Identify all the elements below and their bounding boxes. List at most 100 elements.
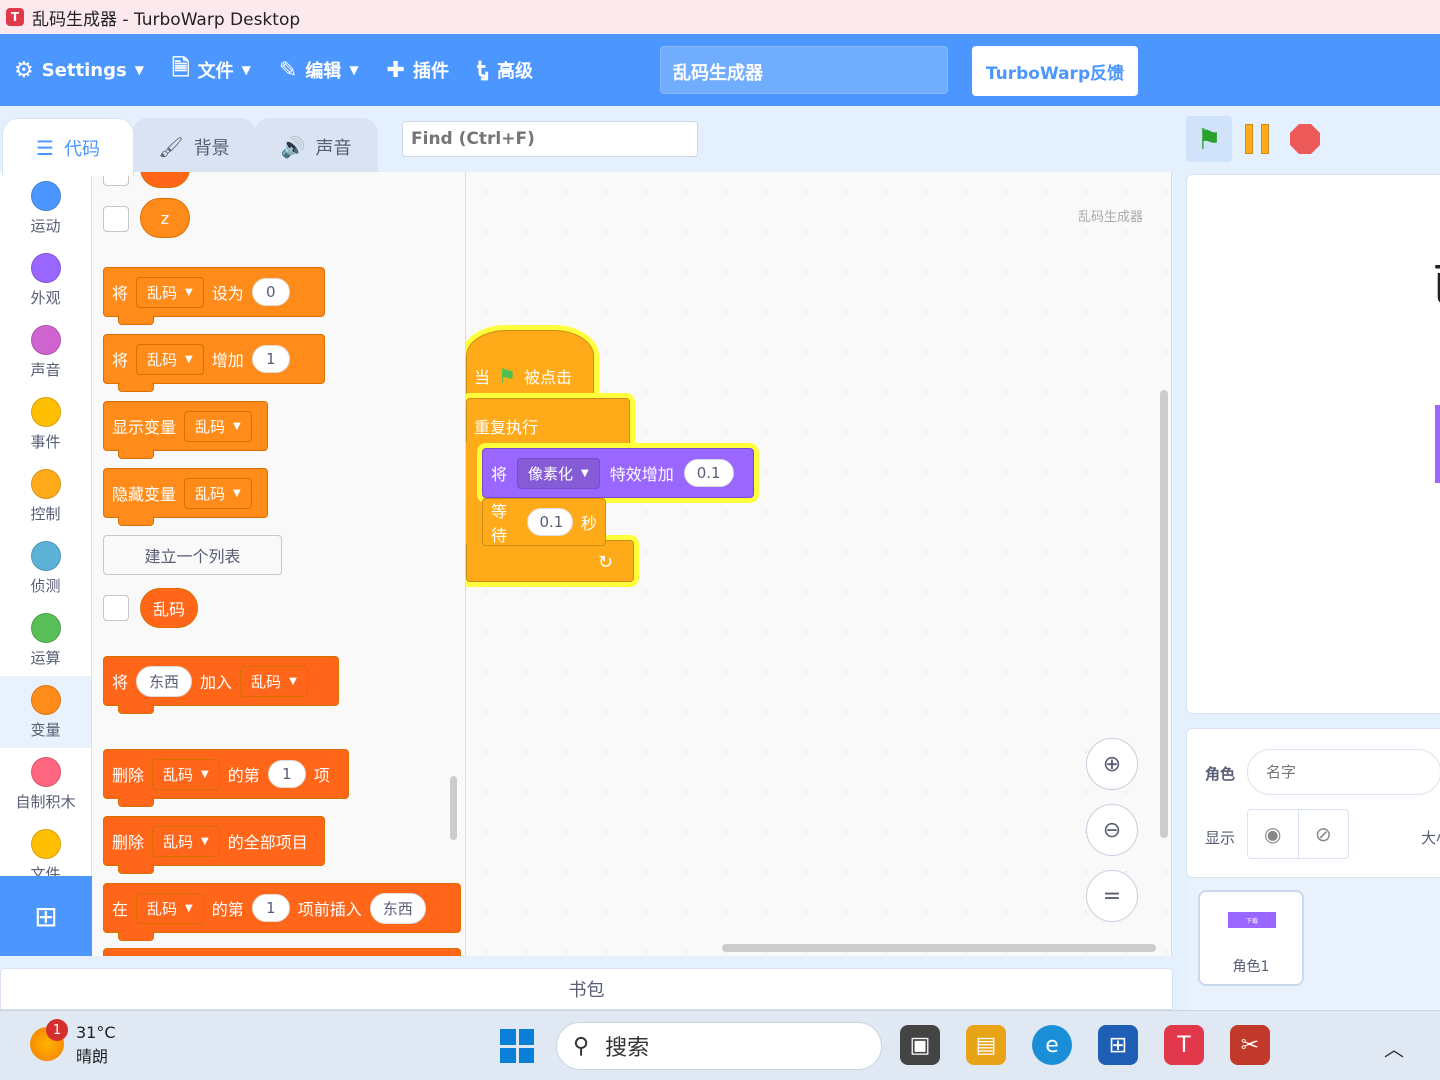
code-blocks-icon: ☰ xyxy=(36,135,54,160)
sprite-tile[interactable]: 下载 角色1 xyxy=(1198,890,1304,986)
eye-icon[interactable]: ◉ xyxy=(1248,810,1299,858)
category-events[interactable]: 事件 xyxy=(0,388,91,460)
list-dropdown[interactable]: 乱码 ▼ xyxy=(152,825,220,857)
value-input[interactable]: 1 xyxy=(251,345,290,373)
dropdown-value: 乱码 xyxy=(147,899,178,918)
value-input[interactable]: 0.1 xyxy=(683,459,734,487)
microsoft-store-icon[interactable]: ⊞ xyxy=(1098,1025,1138,1065)
stage-text: 已 xyxy=(1431,249,1440,315)
set-variable-block[interactable]: 将 乱码 ▼ 设为 0 xyxy=(103,267,325,325)
eye-slash-icon[interactable]: ⊘ xyxy=(1299,810,1349,858)
addons-menu[interactable]: ✚ 插件 xyxy=(373,34,463,106)
value-input[interactable]: 0.1 xyxy=(526,508,573,536)
category-motion[interactable]: 运动 xyxy=(0,172,91,244)
variable-dropdown[interactable]: 乱码 ▼ xyxy=(184,477,252,509)
category-label: 运算 xyxy=(30,648,61,667)
tab-code[interactable]: ☰ 代码 xyxy=(2,118,134,176)
value-input[interactable]: 东西 xyxy=(369,892,426,924)
category-sound[interactable]: 声音 xyxy=(0,316,91,388)
delete-item-block[interactable]: 删除 乱码 ▼ 的第 1 项 xyxy=(103,749,349,807)
value-input[interactable]: 东西 xyxy=(136,665,193,697)
insert-at-block[interactable]: 在 乱码 ▼ 的第 1 项前插入 东西 xyxy=(103,883,461,941)
task-view-icon[interactable]: ▣ xyxy=(900,1025,940,1065)
category-label: 控制 xyxy=(30,504,61,523)
edit-label: 编辑 xyxy=(305,61,342,82)
addons-label: 插件 xyxy=(412,61,449,82)
category-label: 自制积木 xyxy=(15,792,76,811)
list-dropdown[interactable]: 乱码 ▼ xyxy=(240,665,308,697)
stage-canvas[interactable]: 已 xyxy=(1186,174,1440,714)
tab-sounds[interactable]: 🔊 声音 xyxy=(254,118,378,174)
green-flag-button[interactable]: ⚑ xyxy=(1186,116,1232,162)
tab-code-label: 代码 xyxy=(63,138,100,160)
stop-button[interactable] xyxy=(1290,124,1320,154)
value-input[interactable]: 1 xyxy=(251,894,290,922)
windows-start-icon[interactable] xyxy=(500,1029,534,1063)
variable-checkbox[interactable] xyxy=(103,206,129,232)
wait-block[interactable]: 等待 0.1 秒 xyxy=(482,498,606,546)
feedback-button[interactable]: TurboWarp反馈 xyxy=(972,46,1138,96)
chevron-down-icon: ▼ xyxy=(201,835,209,847)
list-dropdown[interactable]: 乱码 ▼ xyxy=(152,758,220,790)
add-extension-button[interactable]: ⊞ xyxy=(0,876,92,956)
make-list-button[interactable]: 建立一个列表 xyxy=(103,535,282,575)
variable-dropdown[interactable]: 乱码 ▼ xyxy=(184,410,252,442)
pause-button[interactable] xyxy=(1240,124,1274,154)
sprite-name-input[interactable] xyxy=(1247,749,1440,795)
forever-label: 重复执行 xyxy=(474,418,539,437)
tab-backdrops[interactable]: 🖌 背景 xyxy=(132,118,256,174)
dropdown-value: 乱码 xyxy=(147,283,178,302)
search-placeholder: 搜索 xyxy=(605,1036,650,1061)
block-text: 将 xyxy=(112,351,129,370)
workspace-horizontal-scrollbar[interactable] xyxy=(722,944,1156,952)
hide-variable-block[interactable]: 隐藏变量 乱码 ▼ xyxy=(103,468,268,526)
delete-all-block[interactable]: 删除 乱码 ▼ 的全部项目 xyxy=(103,816,325,874)
workspace-vertical-scrollbar[interactable] xyxy=(1160,390,1168,838)
edit-menu[interactable]: ✎ 编辑 ▼ xyxy=(265,34,373,106)
next-list-block[interactable] xyxy=(103,948,461,956)
edge-browser-icon[interactable]: e xyxy=(1032,1025,1072,1065)
find-input[interactable] xyxy=(402,121,698,157)
category-looks[interactable]: 外观 xyxy=(0,244,91,316)
variable-reporter[interactable] xyxy=(140,172,190,188)
effect-dropdown[interactable]: 像素化 ▼ xyxy=(517,457,600,489)
variable-z-reporter[interactable]: z xyxy=(140,198,190,238)
zoom-reset-button[interactable]: = xyxy=(1086,870,1138,922)
change-variable-block[interactable]: 将 乱码 ▼ 增加 1 xyxy=(103,334,325,392)
list-checkbox[interactable] xyxy=(103,595,129,621)
pause-bar xyxy=(1245,124,1253,154)
zoom-out-button[interactable]: ⊖ xyxy=(1086,804,1138,856)
change-effect-block[interactable]: 将 像素化 ▼ 特效增加 0.1 xyxy=(482,448,754,498)
advanced-menu[interactable]: Ꮏ 高级 xyxy=(463,34,547,106)
category-sensing[interactable]: 侦测 xyxy=(0,532,91,604)
show-variable-block[interactable]: 显示变量 乱码 ▼ xyxy=(103,401,268,459)
tab-sounds-label: 声音 xyxy=(315,137,352,159)
list-dropdown[interactable]: 乱码 ▼ xyxy=(136,892,204,924)
snipping-tool-icon[interactable]: ✂ xyxy=(1230,1025,1270,1065)
file-explorer-icon[interactable]: ▤ xyxy=(966,1025,1006,1065)
category-control[interactable]: 控制 xyxy=(0,460,91,532)
value-input[interactable]: 0 xyxy=(251,278,290,306)
turbowarp-taskbar-icon[interactable]: T xyxy=(1164,1025,1204,1065)
category-my-blocks[interactable]: 自制积木 xyxy=(0,748,91,820)
chevron-up-icon[interactable]: ︿ xyxy=(1384,1033,1404,1062)
palette-scrollbar[interactable] xyxy=(450,776,457,840)
backpack-header[interactable]: 书包 xyxy=(0,968,1173,1010)
list-reporter[interactable]: 乱码 xyxy=(140,588,198,628)
weather-widget[interactable]: 31°C 晴朗 xyxy=(76,1021,116,1069)
add-to-list-block[interactable]: 将 东西 加入 乱码 ▼ xyxy=(103,656,339,714)
project-title-input[interactable]: 乱码生成器 xyxy=(660,46,948,94)
sprite-name-watermark: 乱码生成器 xyxy=(1077,210,1143,225)
category-variables[interactable]: 变量 xyxy=(0,676,91,748)
category-dot xyxy=(30,324,61,355)
variable-dropdown[interactable]: 乱码 ▼ xyxy=(136,276,204,308)
category-operators[interactable]: 运算 xyxy=(0,604,91,676)
script-workspace[interactable]: 乱码生成器 当 ⚑ 被点击 重复执行 将 像素化 ▼ 特效增加 0.1 等待 0.… xyxy=(466,172,1172,956)
variable-dropdown[interactable]: 乱码 ▼ xyxy=(136,343,204,375)
settings-menu[interactable]: ⚙ Settings ▼ xyxy=(0,34,158,106)
value-input[interactable]: 1 xyxy=(267,760,306,788)
visibility-toggle: ◉ ⊘ xyxy=(1247,809,1349,859)
taskbar-search[interactable]: ⚲ 搜索 xyxy=(556,1022,882,1070)
file-menu[interactable]: 🗎 文件 ▼ xyxy=(158,34,265,106)
zoom-in-button[interactable]: ⊕ xyxy=(1086,738,1138,790)
